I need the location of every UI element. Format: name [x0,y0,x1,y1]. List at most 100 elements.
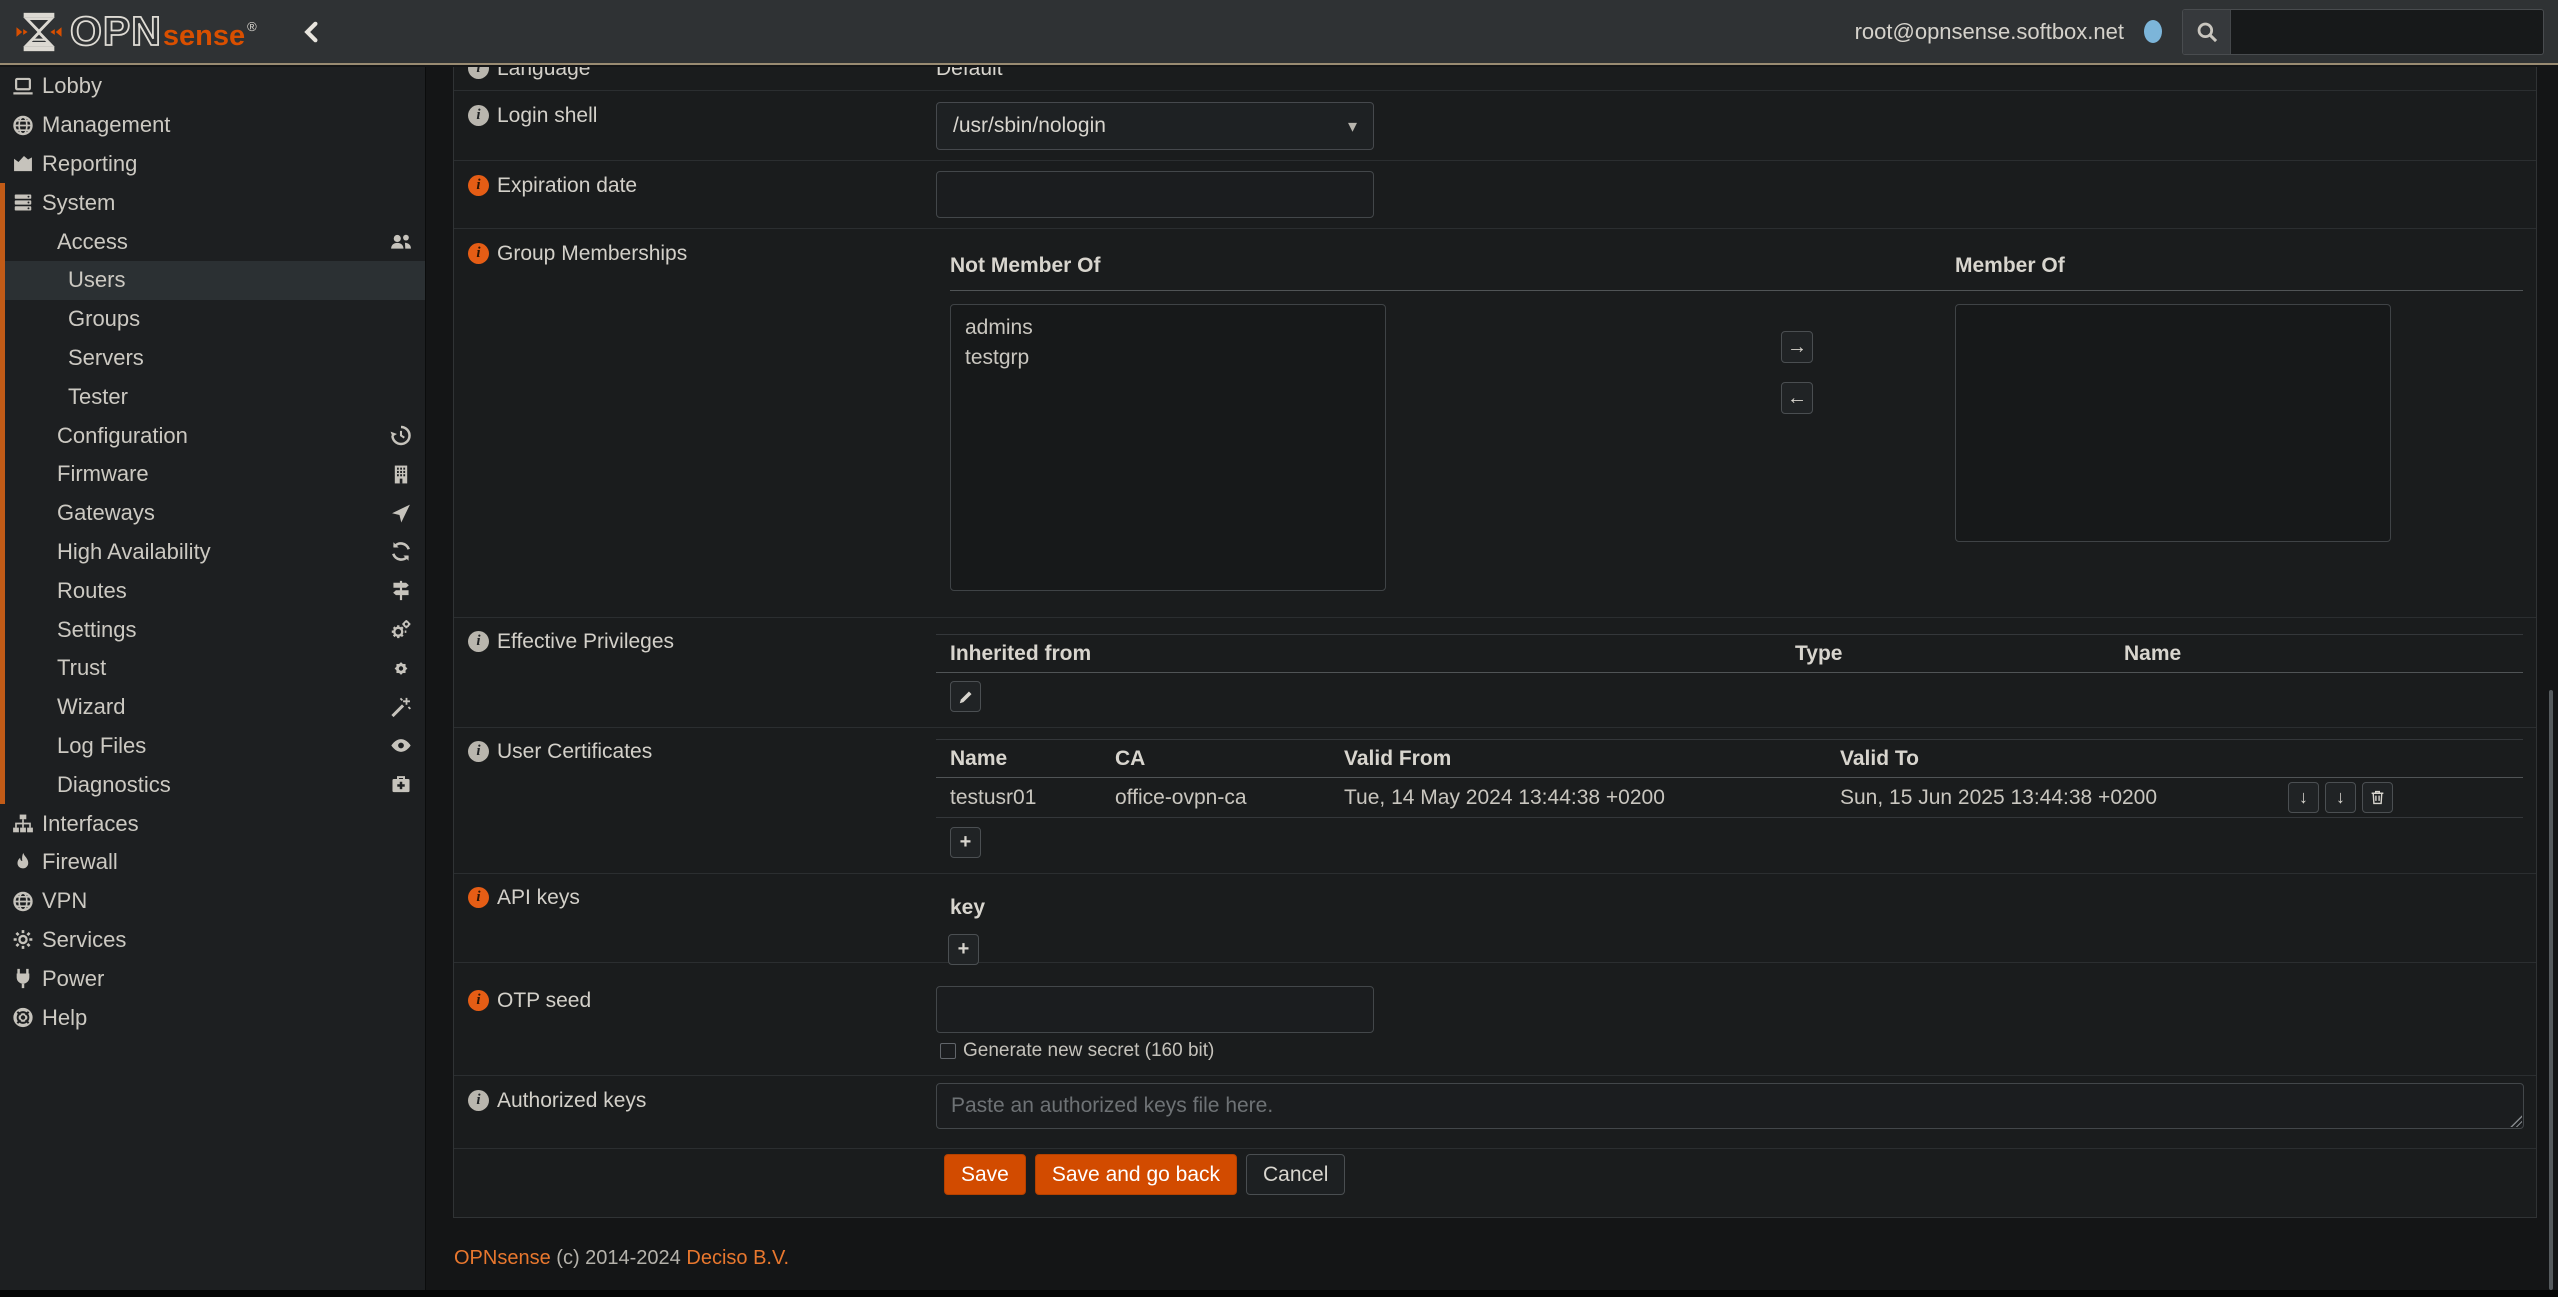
authorized-keys-textarea[interactable] [936,1083,2524,1129]
certificate-name: testusr01 [950,786,1115,810]
sidebar-item-reporting[interactable]: Reporting [0,145,425,184]
sidebar-item-tester[interactable]: Tester [0,377,425,416]
sidebar-item-firmware[interactable]: Firmware [0,455,425,494]
sidebar-collapse-button[interactable] [297,15,327,49]
sidebar-item-label: Gateways [57,500,155,526]
info-icon[interactable]: i [468,175,489,196]
info-icon[interactable]: i [468,243,489,264]
sidebar-item-wizard[interactable]: Wizard [0,688,425,727]
info-icon[interactable]: i [468,105,489,126]
login-shell-selected-value: /usr/sbin/nologin [953,114,1106,138]
info-icon[interactable]: i [468,1090,489,1111]
sidebar-item-access[interactable]: Access [0,222,425,261]
sidebar-item-label: Servers [68,345,144,371]
laptop-icon [11,75,34,98]
sidebar-item-configuration[interactable]: Configuration [0,416,425,455]
field-label: API keys [497,886,580,910]
download-key-button[interactable]: ↓ [2325,782,2356,813]
form-row-actions: Save Save and go back Cancel [454,1149,2536,1218]
api-keys-column-header: key [936,874,2536,920]
medkit-icon [389,773,412,796]
download-certificate-button[interactable]: ↓ [2288,782,2319,813]
sidebar-item-users[interactable]: Users [0,261,425,300]
otp-seed-input[interactable] [936,986,1374,1033]
form-row-expiration-date: iExpiration date [454,161,2536,229]
sidebar-item-management[interactable]: Management [0,106,425,145]
sidebar-item-vpn[interactable]: VPN [0,882,425,921]
sidebar-item-label: Diagnostics [57,772,171,798]
form-row-user-certificates: iUser Certificates Name CA Valid From Va… [454,728,2536,874]
logo-registered-mark: ® [247,19,257,34]
list-item[interactable]: admins [951,313,1385,343]
list-item[interactable]: testgrp [951,343,1385,373]
info-icon[interactable]: i [468,631,489,652]
sidebar-item-lobby[interactable]: Lobby [0,67,425,106]
sidebar-item-firewall[interactable]: Firewall [0,843,425,882]
sidebar-item-servers[interactable]: Servers [0,339,425,378]
search-input[interactable] [2231,10,2543,54]
status-dot[interactable] [2144,20,2162,43]
field-label: Effective Privileges [497,630,674,654]
add-to-group-button[interactable]: → [1781,331,1813,363]
globe-icon [11,114,34,137]
trash-icon [2369,789,2386,806]
sidebar-item-groups[interactable]: Groups [0,300,425,339]
header-divider [950,290,2523,291]
sidebar-item-settings[interactable]: Settings [0,610,425,649]
sidebar-item-power[interactable]: Power [0,959,425,998]
info-icon[interactable]: i [468,67,489,79]
form-row-group-memberships: iGroup Memberships Not Member Of Member … [454,229,2536,618]
info-icon[interactable]: i [468,741,489,762]
sidebar-item-label: Firmware [57,461,149,487]
info-icon[interactable]: i [468,887,489,908]
plug-icon [11,967,34,990]
form-row-language: iLanguage Default [454,67,2536,91]
sidebar-item-diagnostics[interactable]: Diagnostics [0,765,425,804]
sidebar-item-log-files[interactable]: Log Files [0,727,425,766]
gear-icon [11,928,34,951]
edit-privileges-button[interactable] [950,681,981,712]
info-icon[interactable]: i [468,990,489,1011]
sidebar-item-label: Power [42,966,104,992]
sidebar-item-high-availability[interactable]: High Availability [0,533,425,572]
sidebar-item-trust[interactable]: Trust [0,649,425,688]
member-of-listbox[interactable] [1955,304,2391,542]
sidebar-item-help[interactable]: Help [0,998,425,1037]
privileges-table-header: Inherited from Type Name [936,634,2523,673]
login-shell-select[interactable]: /usr/sbin/nologin ▾ [936,102,1374,150]
save-and-go-back-button[interactable]: Save and go back [1035,1154,1237,1195]
globe-icon [11,890,34,913]
hourglass-logo-icon [16,9,62,55]
sidebar-item-services[interactable]: Services [0,921,425,960]
column-header: CA [1115,747,1344,771]
remove-from-group-button[interactable]: ← [1781,382,1813,414]
delete-certificate-button[interactable] [2362,782,2393,813]
sidebar-nav: Lobby Management Reporting System Access… [0,67,425,1297]
deciso-link[interactable]: Deciso B.V. [686,1247,789,1269]
sidebar-item-gateways[interactable]: Gateways [0,494,425,533]
add-certificate-button[interactable]: + [950,827,981,858]
arrow-down-icon: ↓ [2336,787,2345,808]
generate-secret-checkbox[interactable] [940,1043,956,1059]
generate-secret-label: Generate new secret (160 bit) [963,1040,1214,1062]
column-header: Name [2124,642,2523,666]
add-api-key-button[interactable]: + [948,934,979,965]
cancel-button[interactable]: Cancel [1246,1154,1345,1195]
user-edit-form: iLanguage Default iLogin shell /usr/sbin… [453,67,2537,1218]
page-scrollbar-thumb[interactable] [2549,690,2553,1290]
not-member-of-listbox[interactable]: admins testgrp [950,304,1386,591]
field-label: User Certificates [497,740,652,764]
building-icon [389,463,412,486]
expiration-date-input[interactable] [936,171,1374,218]
save-button[interactable]: Save [944,1154,1026,1195]
sidebar-item-label: Configuration [57,423,188,449]
sidebar-item-interfaces[interactable]: Interfaces [0,804,425,843]
form-row-otp-seed: iOTP seed Generate new secret (160 bit) [454,963,2536,1076]
opnsense-link[interactable]: OPNsense [454,1247,551,1269]
sidebar-item-label: Log Files [57,733,146,759]
arrow-right-icon: → [1787,336,1807,359]
sidebar-item-routes[interactable]: Routes [0,571,425,610]
opnsense-logo[interactable]: OPNsense® [16,8,257,55]
sidebar-item-system[interactable]: System [0,183,425,222]
resize-handle[interactable] [2509,1114,2522,1127]
